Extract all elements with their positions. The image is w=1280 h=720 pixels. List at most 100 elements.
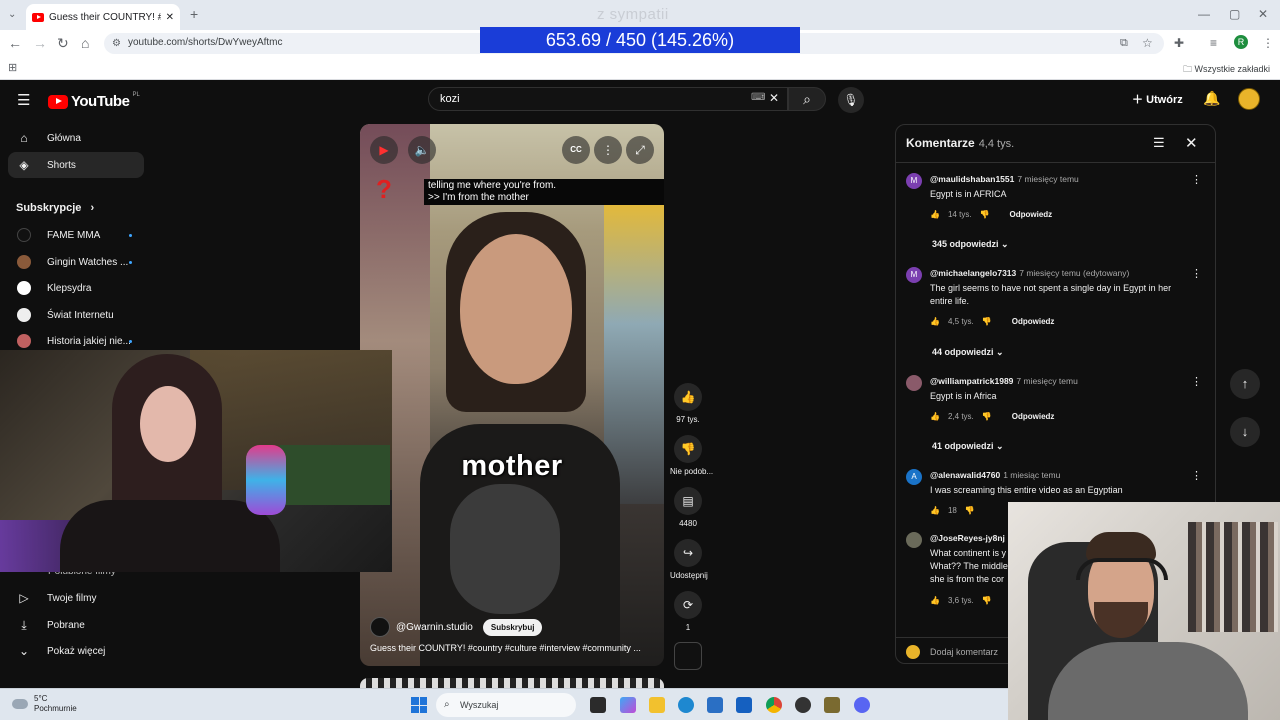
subscribe-button[interactable]: Subskrybuj [482,618,543,636]
chrome-icon[interactable] [766,697,782,713]
back-icon[interactable]: ← [8,35,22,51]
mail-icon[interactable] [707,697,723,713]
comment-more-icon[interactable]: ⋮ [1191,173,1202,186]
browser-tab[interactable]: Guess their COUNTRY! #country ✕ [26,4,180,30]
share-action[interactable]: ↪ Udostępnij [670,539,708,580]
notifications-bell-icon[interactable]: 🔔 [1203,90,1220,107]
channel-name[interactable]: @Gwarnin.studio [396,622,473,633]
bookmark-star-icon[interactable]: ☆ [1142,35,1153,51]
shorts-video-player[interactable]: ▶ 🔈 CC ⋮ ⤢ ? telling me where you're fro… [360,124,664,666]
taskbar-search[interactable]: ⌕ Wyszukaj [436,693,576,717]
commenter-name[interactable]: @maulidshaban1551 7 miesięcy temu [930,174,1079,184]
all-bookmarks-link[interactable]: 🗀 Wszystkie zakładki [1183,62,1270,78]
dislike-icon[interactable]: 👎 [982,596,992,605]
commenter-avatar[interactable]: M [906,173,922,189]
user-avatar[interactable] [1238,88,1260,110]
commenter-name[interactable]: @JoseReyes-jy8nj7 [930,533,1013,543]
channel-avatar[interactable] [370,617,390,637]
next-short-button[interactable]: ↓ [1230,417,1260,447]
clear-search-icon[interactable]: ✕ [769,91,779,105]
chrome-menu-icon[interactable]: ⋮ [1262,35,1274,51]
like-icon[interactable]: 👍 [930,412,940,421]
close-window-icon[interactable]: ✕ [1258,7,1268,21]
extensions-icon[interactable]: ✚ [1174,35,1184,51]
create-button[interactable]: ＋ Utwórz [1132,91,1183,107]
file-explorer-icon[interactable] [649,697,665,713]
remix-action[interactable]: ⟳ 1 [670,591,706,632]
like-icon[interactable]: 👍 [930,506,940,515]
like-icon[interactable]: 👍 [930,317,940,326]
home-icon[interactable]: ⌂ [81,35,89,51]
search-button[interactable]: ⌕ [788,87,826,111]
sound-action[interactable] [670,642,706,670]
comment-more-icon[interactable]: ⋮ [1191,375,1202,388]
captions-button[interactable]: CC [562,136,590,164]
replies-toggle[interactable]: 345 odpowiedzi ⌄ [932,239,1009,250]
next-short-preview[interactable] [360,678,664,688]
sidebar-sub-swiat-internetu[interactable]: Świat Internetu [8,302,144,328]
dislike-icon[interactable]: 👎 [982,412,992,421]
video-title[interactable]: Guess their COUNTRY! #country #culture #… [370,643,656,653]
cast-icon[interactable]: ⧉ [1120,35,1128,51]
commenter-avatar[interactable]: M [906,267,922,283]
sidebar-item-home[interactable]: ⌂ Główna [8,125,144,151]
voice-search-button[interactable]: 🎙 [838,87,864,113]
commenter-name[interactable]: @williampatrick1989 7 miesięcy temu [930,376,1078,386]
like-icon[interactable]: 👍 [930,210,940,219]
commenter-avatar[interactable]: A [906,469,922,485]
dislike-icon[interactable]: 👎 [980,210,990,219]
sidebar-item-downloads[interactable]: ⤓ Pobrane [8,612,144,638]
sidebar-item-show-more[interactable]: ⌄ Pokaż więcej [8,638,144,664]
replies-toggle[interactable]: 41 odpowiedzi ⌄ [932,441,1004,452]
close-icon[interactable]: ✕ [1185,134,1198,152]
reload-icon[interactable]: ↻ [57,35,69,51]
new-tab-icon[interactable]: + [190,6,198,22]
copilot-icon[interactable] [620,697,636,713]
close-tab-icon[interactable]: ✕ [166,12,174,23]
app-icon[interactable] [824,697,840,713]
reply-button[interactable]: Odpowiedz [1012,412,1055,421]
search-input[interactable]: kozi ⌨ ✕ [428,87,788,111]
maximize-icon[interactable]: ▢ [1229,7,1240,21]
windows-start-icon[interactable] [411,697,427,713]
weather-widget[interactable]: 5°C Pochmurnie [12,694,77,714]
minimize-icon[interactable]: — [1198,7,1210,21]
previous-short-button[interactable]: ↑ [1230,369,1260,399]
dislike-action[interactable]: 👎 Nie podob... [670,435,713,476]
comment-more-icon[interactable]: ⋮ [1191,469,1202,482]
sidebar-sub-gingin[interactable]: Gingin Watches ... [8,249,144,275]
task-view-icon[interactable] [590,697,606,713]
keyboard-icon[interactable]: ⌨ [751,92,765,103]
commenter-name[interactable]: @michaelangelo7313 7 miesięcy temu (edyto… [930,268,1129,278]
dislike-icon[interactable]: 👎 [965,506,975,515]
sidebar-item-your-videos[interactable]: ▷ Twoje filmy [8,585,144,611]
forward-icon[interactable]: → [33,35,47,51]
sidebar-sub-fame-mma[interactable]: FAME MMA [8,222,144,248]
replies-toggle[interactable]: 44 odpowiedzi ⌄ [932,347,1004,358]
youtube-logo[interactable]: YouTube PL [48,92,140,110]
discord-icon[interactable] [854,697,870,713]
obs-icon[interactable] [795,697,811,713]
volume-button[interactable]: 🔈 [408,136,436,164]
dislike-icon[interactable]: 👎 [982,317,992,326]
site-info-icon[interactable]: ⚙ [112,36,121,52]
fullscreen-button[interactable]: ⤢ [626,136,654,164]
reply-button[interactable]: Odpowiedz [1012,317,1055,326]
sort-icon[interactable]: ☰ [1153,135,1165,151]
commenter-avatar[interactable] [906,532,922,548]
like-action[interactable]: 👍 97 tys. [670,383,706,424]
comment-more-icon[interactable]: ⋮ [1191,267,1202,280]
commenter-avatar[interactable] [906,375,922,391]
reply-button[interactable]: Odpowiedz [1010,210,1053,219]
commenter-name[interactable]: @alenawalid4760 1 miesiąc temu [930,470,1060,480]
comments-action[interactable]: ▤ 4480 [670,487,706,528]
apps-grid-icon[interactable]: ⊞ [8,60,17,76]
play-button[interactable]: ▶ [370,136,398,164]
subscriptions-heading[interactable]: Subskrypcje › [16,202,94,214]
hamburger-menu-icon[interactable]: ☰ [17,91,30,109]
sidebar-item-shorts[interactable]: ◈ Shorts [8,152,144,178]
edge-icon[interactable] [678,697,694,713]
tab-search-icon[interactable]: ⌄ [8,7,16,23]
reading-list-icon[interactable]: ≡ [1210,35,1217,51]
like-icon[interactable]: 👍 [930,596,940,605]
